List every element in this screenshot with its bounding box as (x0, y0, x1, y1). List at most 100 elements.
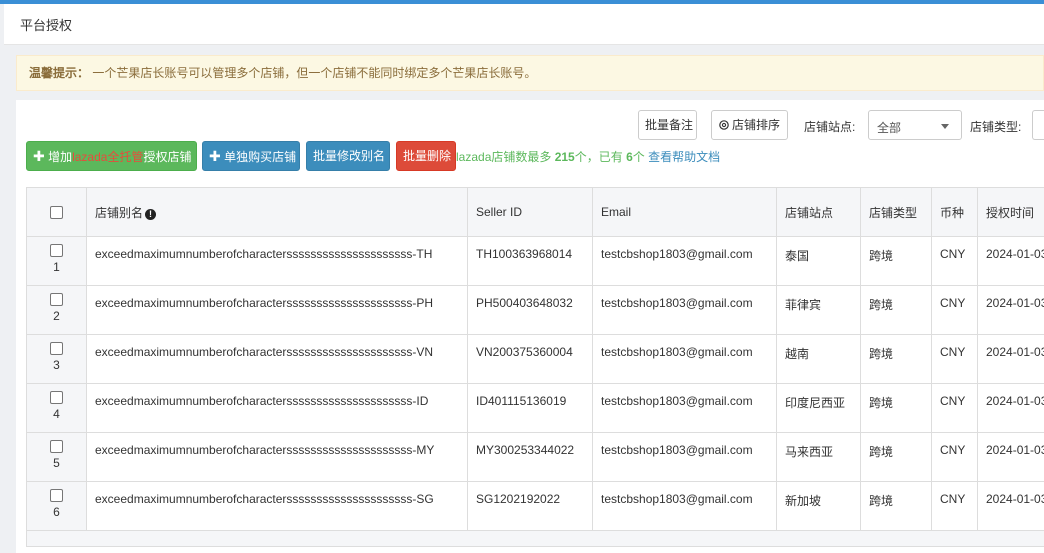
add-prefix: 增加 (48, 150, 73, 164)
row-number: 2 (53, 309, 60, 324)
row-select-cell: 3 (26, 334, 87, 384)
count-max: 215 (554, 150, 575, 164)
row-select-cell: 1 (26, 236, 87, 286)
cell-currency: CNY (931, 285, 978, 335)
table-row: 5 exceedmaximumnumberofcharacterssssssss… (26, 432, 1044, 482)
cell-auth-time: 2024-01-03 (977, 236, 1044, 286)
cell-seller-id: ID401115136019 (467, 383, 593, 433)
cell-alias: exceedmaximumnumberofcharacterssssssssss… (86, 383, 468, 433)
add-lazada-store-button[interactable]: ✚ 增加lazada全托管授权店铺 (26, 141, 197, 171)
table-header-row: 店铺别名! Seller ID Email 店铺站点 店铺类型 币种 授权时间 (26, 187, 1044, 237)
site-select-value: 全部 (877, 121, 902, 135)
cell-email: testcbshop1803@gmail.com (592, 481, 777, 531)
col-header-seller-id: Seller ID (467, 187, 593, 237)
batch-alias-button[interactable]: 批量修改别名 (306, 141, 390, 171)
buy-store-label: 单独购买店铺 (224, 150, 297, 164)
store-sort-button[interactable]: 店铺排序 (711, 110, 788, 140)
notice-label: 温馨提示： (29, 66, 90, 80)
cell-auth-time: 2024-01-03 (977, 334, 1044, 384)
store-table: 店铺别名! Seller ID Email 店铺站点 店铺类型 币种 授权时间 … (26, 187, 1044, 547)
row-select-cell: 6 (26, 481, 87, 531)
cell-type: 跨境 (860, 432, 932, 482)
table-row: 1 exceedmaximumnumberofcharacterssssssss… (26, 236, 1044, 286)
title-bar: 平台授权 (4, 4, 1044, 45)
col-header-type: 店铺类型 (860, 187, 932, 237)
col-header-auth-time: 授权时间 (977, 187, 1044, 237)
cell-alias: exceedmaximumnumberofcharacterssssssssss… (86, 285, 468, 335)
col-header-email: Email (592, 187, 777, 237)
row-checkbox[interactable] (50, 293, 63, 307)
table-row: 6 exceedmaximumnumberofcharacterssssssss… (26, 481, 1044, 531)
cell-site: 马来西亚 (776, 432, 861, 482)
cell-type: 跨境 (860, 481, 932, 531)
type-filter-label: 店铺类型: (970, 120, 1022, 134)
row-checkbox[interactable] (50, 244, 63, 258)
cell-type: 跨境 (860, 334, 932, 384)
cell-seller-id: VN200375360004 (467, 334, 593, 384)
row-number: 6 (53, 505, 60, 520)
cell-email: testcbshop1803@gmail.com (592, 285, 777, 335)
page-title: 平台授权 (20, 18, 73, 33)
cell-email: testcbshop1803@gmail.com (592, 236, 777, 286)
count-prefix: lazada店铺数最多 (456, 150, 555, 164)
table-row: 4 exceedmaximumnumberofcharacterssssssss… (26, 383, 1044, 433)
table-row: 3 exceedmaximumnumberofcharacterssssssss… (26, 334, 1044, 384)
col-header-site: 店铺站点 (776, 187, 861, 237)
store-sort-label: 店铺排序 (732, 118, 781, 132)
site-filter-label: 店铺站点: (804, 120, 856, 134)
store-table-wrapper: 店铺别名! Seller ID Email 店铺站点 店铺类型 币种 授权时间 … (26, 187, 1044, 553)
cell-email: testcbshop1803@gmail.com (592, 334, 777, 384)
count-mid: 个，已有 (574, 150, 627, 164)
cell-type: 跨境 (860, 285, 932, 335)
row-number: 5 (53, 456, 60, 471)
row-select-cell: 2 (26, 285, 87, 335)
buy-store-button[interactable]: ✚ 单独购买店铺 (202, 141, 300, 171)
cell-alias: exceedmaximumnumberofcharacterssssssssss… (86, 481, 468, 531)
notice-text: 一个芒果店长账号可以管理多个店铺，但一个店铺不能同时绑定多个芒果店长账号。 (92, 66, 537, 80)
tip-notice: 温馨提示： 一个芒果店长账号可以管理多个店铺，但一个店铺不能同时绑定多个芒果店长… (16, 55, 1044, 91)
site-select[interactable]: 全部 (868, 110, 962, 140)
type-select[interactable] (1032, 110, 1044, 140)
col-header-alias: 店铺别名! (86, 187, 468, 237)
cell-auth-time: 2024-01-03 (977, 481, 1044, 531)
batch-remark-button[interactable]: 批量备注 (638, 110, 697, 140)
row-checkbox[interactable] (50, 391, 63, 405)
cell-site: 菲律宾 (776, 285, 861, 335)
col-header-alias-label: 店铺别名 (95, 205, 144, 220)
row-select-cell: 5 (26, 432, 87, 482)
caret-down-icon (941, 124, 949, 129)
info-icon[interactable]: ! (145, 208, 157, 220)
row-select-cell: 4 (26, 383, 87, 433)
table-footer-cell (26, 530, 1044, 547)
cell-site: 泰国 (776, 236, 861, 286)
row-checkbox[interactable] (50, 342, 63, 356)
cell-currency: CNY (931, 334, 978, 384)
cell-currency: CNY (931, 236, 978, 286)
cell-type: 跨境 (860, 236, 932, 286)
count-current: 6 (626, 150, 633, 164)
cell-auth-time: 2024-01-03 (977, 285, 1044, 335)
cell-seller-id: SG1202192022 (467, 481, 593, 531)
cell-alias: exceedmaximumnumberofcharacterssssssssss… (86, 236, 468, 286)
add-suffix: 授权店铺 (143, 150, 192, 164)
cell-site: 新加坡 (776, 481, 861, 531)
cell-currency: CNY (931, 383, 978, 433)
add-highlight: lazada全托管 (72, 150, 144, 164)
row-checkbox[interactable] (50, 489, 63, 503)
row-checkbox[interactable] (50, 440, 63, 454)
help-doc-link[interactable]: 查看帮助文档 (648, 150, 720, 164)
cell-email: testcbshop1803@gmail.com (592, 432, 777, 482)
store-count-info: lazada店铺数最多 215个，已有 6个 查看帮助文档 (456, 148, 720, 165)
batch-delete-button[interactable]: 批量删除 (396, 141, 456, 171)
plus-icon: ✚ (209, 148, 221, 164)
row-number: 3 (53, 358, 60, 373)
cell-seller-id: MY300253344022 (467, 432, 593, 482)
cell-site: 印度尼西亚 (776, 383, 861, 433)
plus-icon: ✚ (33, 148, 45, 164)
cell-seller-id: TH100363968014 (467, 236, 593, 286)
cell-auth-time: 2024-01-03 (977, 432, 1044, 482)
table-row: 2 exceedmaximumnumberofcharacterssssssss… (26, 285, 1044, 335)
store-panel: 批量备注 店铺排序 店铺站点: 全部 店铺类型: ✚ 增加lazada全托管授权… (16, 100, 1044, 553)
select-all-checkbox[interactable] (50, 206, 63, 220)
cell-site: 越南 (776, 334, 861, 384)
